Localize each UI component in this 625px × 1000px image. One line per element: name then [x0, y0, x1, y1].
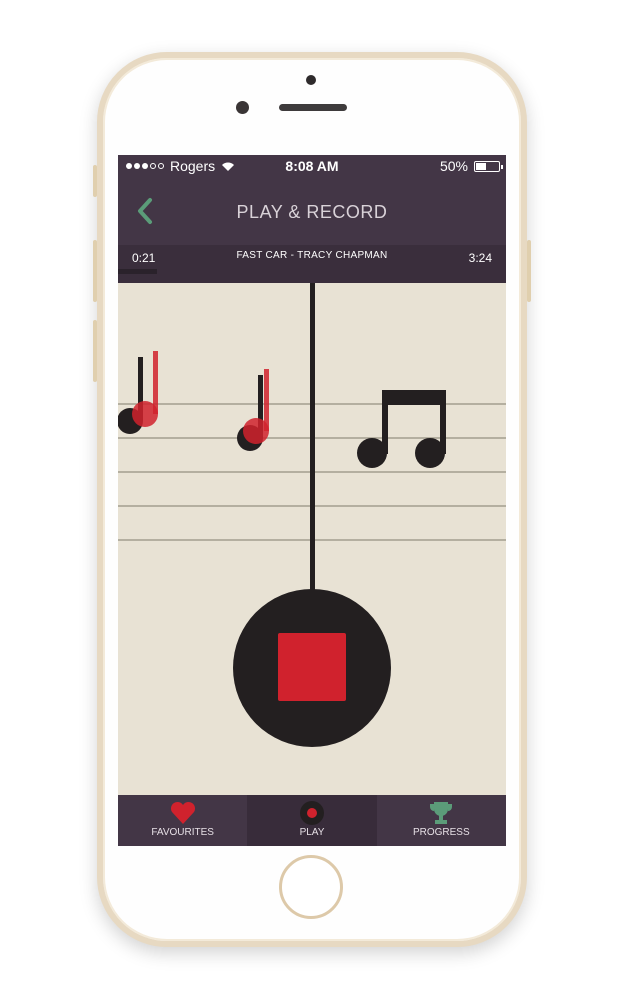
front-camera — [236, 101, 249, 114]
tab-label: PROGRESS — [412, 827, 470, 838]
track-name: FAST CAR - TRACY CHAPMAN — [236, 250, 388, 261]
battery-icon — [474, 160, 503, 172]
battery-percent: 50% — [439, 158, 468, 174]
note-recorded-red — [132, 351, 158, 427]
trophy-icon — [430, 802, 453, 824]
volume-up-button — [93, 240, 97, 302]
status-bar: Rogers 8:08 AM 50% — [118, 155, 506, 177]
tab-bar: FAVOURITES PLAY PROGRESS — [118, 795, 506, 846]
nav-bar: PLAY & RECORD — [118, 177, 506, 245]
playhead-line — [310, 283, 315, 593]
page-title: PLAY & RECORD — [236, 202, 388, 222]
battery-group: 50% — [439, 158, 503, 174]
home-button[interactable] — [279, 855, 343, 919]
power-button — [527, 240, 531, 302]
app-screen: Rogers 8:08 AM 50% PLAY & RECORD 0:21 FA… — [118, 155, 506, 846]
progress-fill — [118, 269, 157, 274]
total-time: 3:24 — [468, 251, 492, 265]
volume-down-button — [93, 320, 97, 382]
track-info-bar: 0:21 FAST CAR - TRACY CHAPMAN 3:24 — [118, 245, 506, 269]
mute-switch — [93, 165, 97, 197]
record-icon — [299, 801, 324, 825]
earpiece-speaker — [279, 104, 347, 111]
playback-progress-bar[interactable] — [118, 269, 506, 283]
tab-play[interactable]: PLAY — [247, 795, 377, 846]
proximity-sensor — [306, 75, 316, 85]
heart-icon — [170, 801, 195, 824]
note-recorded-red — [243, 369, 269, 444]
tab-label: PLAY — [299, 827, 325, 838]
tab-label: FAVOURITES — [151, 827, 214, 838]
tab-favourites[interactable]: FAVOURITES — [118, 795, 247, 846]
tab-progress[interactable]: PROGRESS — [377, 795, 506, 846]
note-upcoming-eighth-pair — [357, 390, 446, 468]
stop-icon — [278, 633, 346, 701]
stop-recording-button[interactable] — [232, 588, 392, 748]
